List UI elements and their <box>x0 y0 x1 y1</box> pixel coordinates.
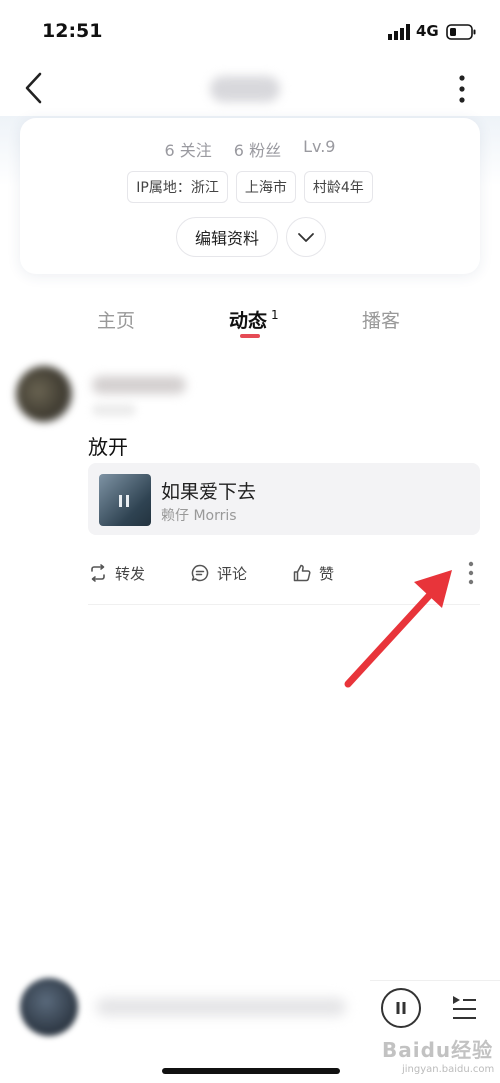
profile-tabs: 主页 动态 1 播客 <box>0 300 500 350</box>
status-time: 12:51 <box>42 20 103 42</box>
post-more-icon[interactable] <box>466 560 476 586</box>
avatar[interactable] <box>16 366 72 422</box>
post-text: 放开 <box>88 435 128 459</box>
playlist-icon[interactable] <box>450 994 478 1022</box>
watermark-url: jingyan.baidu.com <box>402 1064 495 1075</box>
song-artist: 赖仔 Morris <box>161 508 237 524</box>
repost-icon <box>91 564 105 582</box>
following-count[interactable]: 6 关注 <box>165 137 212 161</box>
tag-ip-location: IP属地：浙江 <box>127 171 228 203</box>
thumbs-up-icon <box>293 564 311 582</box>
tag-city: 上海市 <box>235 171 296 203</box>
active-tab-indicator <box>240 334 260 338</box>
profile-page: 12:51 4G 6 关注 6 粉丝 Lv.9 IP属地：浙江 上海市 村龄4年… <box>0 0 500 1083</box>
red-arrow-annotation <box>344 570 452 688</box>
battery-icon <box>446 24 476 40</box>
user-level[interactable]: Lv.9 <box>303 137 335 161</box>
player-pause-button[interactable] <box>381 988 421 1028</box>
like-label: 赞 <box>319 564 335 583</box>
followers-count[interactable]: 6 粉丝 <box>234 137 281 161</box>
repost-button[interactable]: 转发 <box>88 558 145 588</box>
like-button[interactable]: 赞 <box>292 558 334 588</box>
tab-home[interactable]: 主页 <box>97 306 135 333</box>
tab-podcast[interactable]: 播客 <box>362 306 400 333</box>
expand-button[interactable] <box>286 217 326 257</box>
repost-label: 转发 <box>115 564 146 583</box>
profile-tags: IP属地：浙江 上海市 村龄4年 <box>0 171 500 203</box>
more-options-icon[interactable] <box>450 70 474 108</box>
song-title: 如果爱下去 <box>161 481 257 503</box>
tab-feed-count: 1 <box>271 308 279 322</box>
chevron-down-icon <box>298 233 314 242</box>
pause-icon <box>396 1002 406 1014</box>
edit-profile-button[interactable]: 编辑资料 <box>176 217 278 257</box>
pause-icon[interactable] <box>117 494 131 508</box>
comment-button[interactable]: 评论 <box>190 558 247 588</box>
network-type: 4G <box>416 22 439 40</box>
home-indicator[interactable] <box>162 1068 340 1074</box>
post-time-blurred <box>92 404 136 416</box>
profile-name-blurred <box>210 76 280 102</box>
comment-label: 评论 <box>217 564 248 583</box>
comment-icon <box>191 564 209 582</box>
tab-feed-label: 动态 <box>229 310 268 332</box>
profile-stats: 6 关注 6 粉丝 Lv.9 <box>0 137 500 161</box>
back-icon[interactable] <box>20 70 50 106</box>
tag-account-age: 村龄4年 <box>303 171 373 203</box>
watermark: Baidu经验 jingyan.baidu.com <box>382 1028 496 1080</box>
watermark-brand: Baidu经验 <box>382 1038 494 1062</box>
song-card[interactable]: 如果爱下去 赖仔 Morris <box>88 463 480 535</box>
player-cover[interactable] <box>20 978 78 1036</box>
player-lyrics-blurred <box>96 998 346 1016</box>
status-bar: 12:51 4G <box>0 0 500 60</box>
tab-feed[interactable]: 动态 1 <box>229 306 279 333</box>
signal-icon <box>388 24 410 40</box>
author-name-blurred[interactable] <box>92 376 186 394</box>
